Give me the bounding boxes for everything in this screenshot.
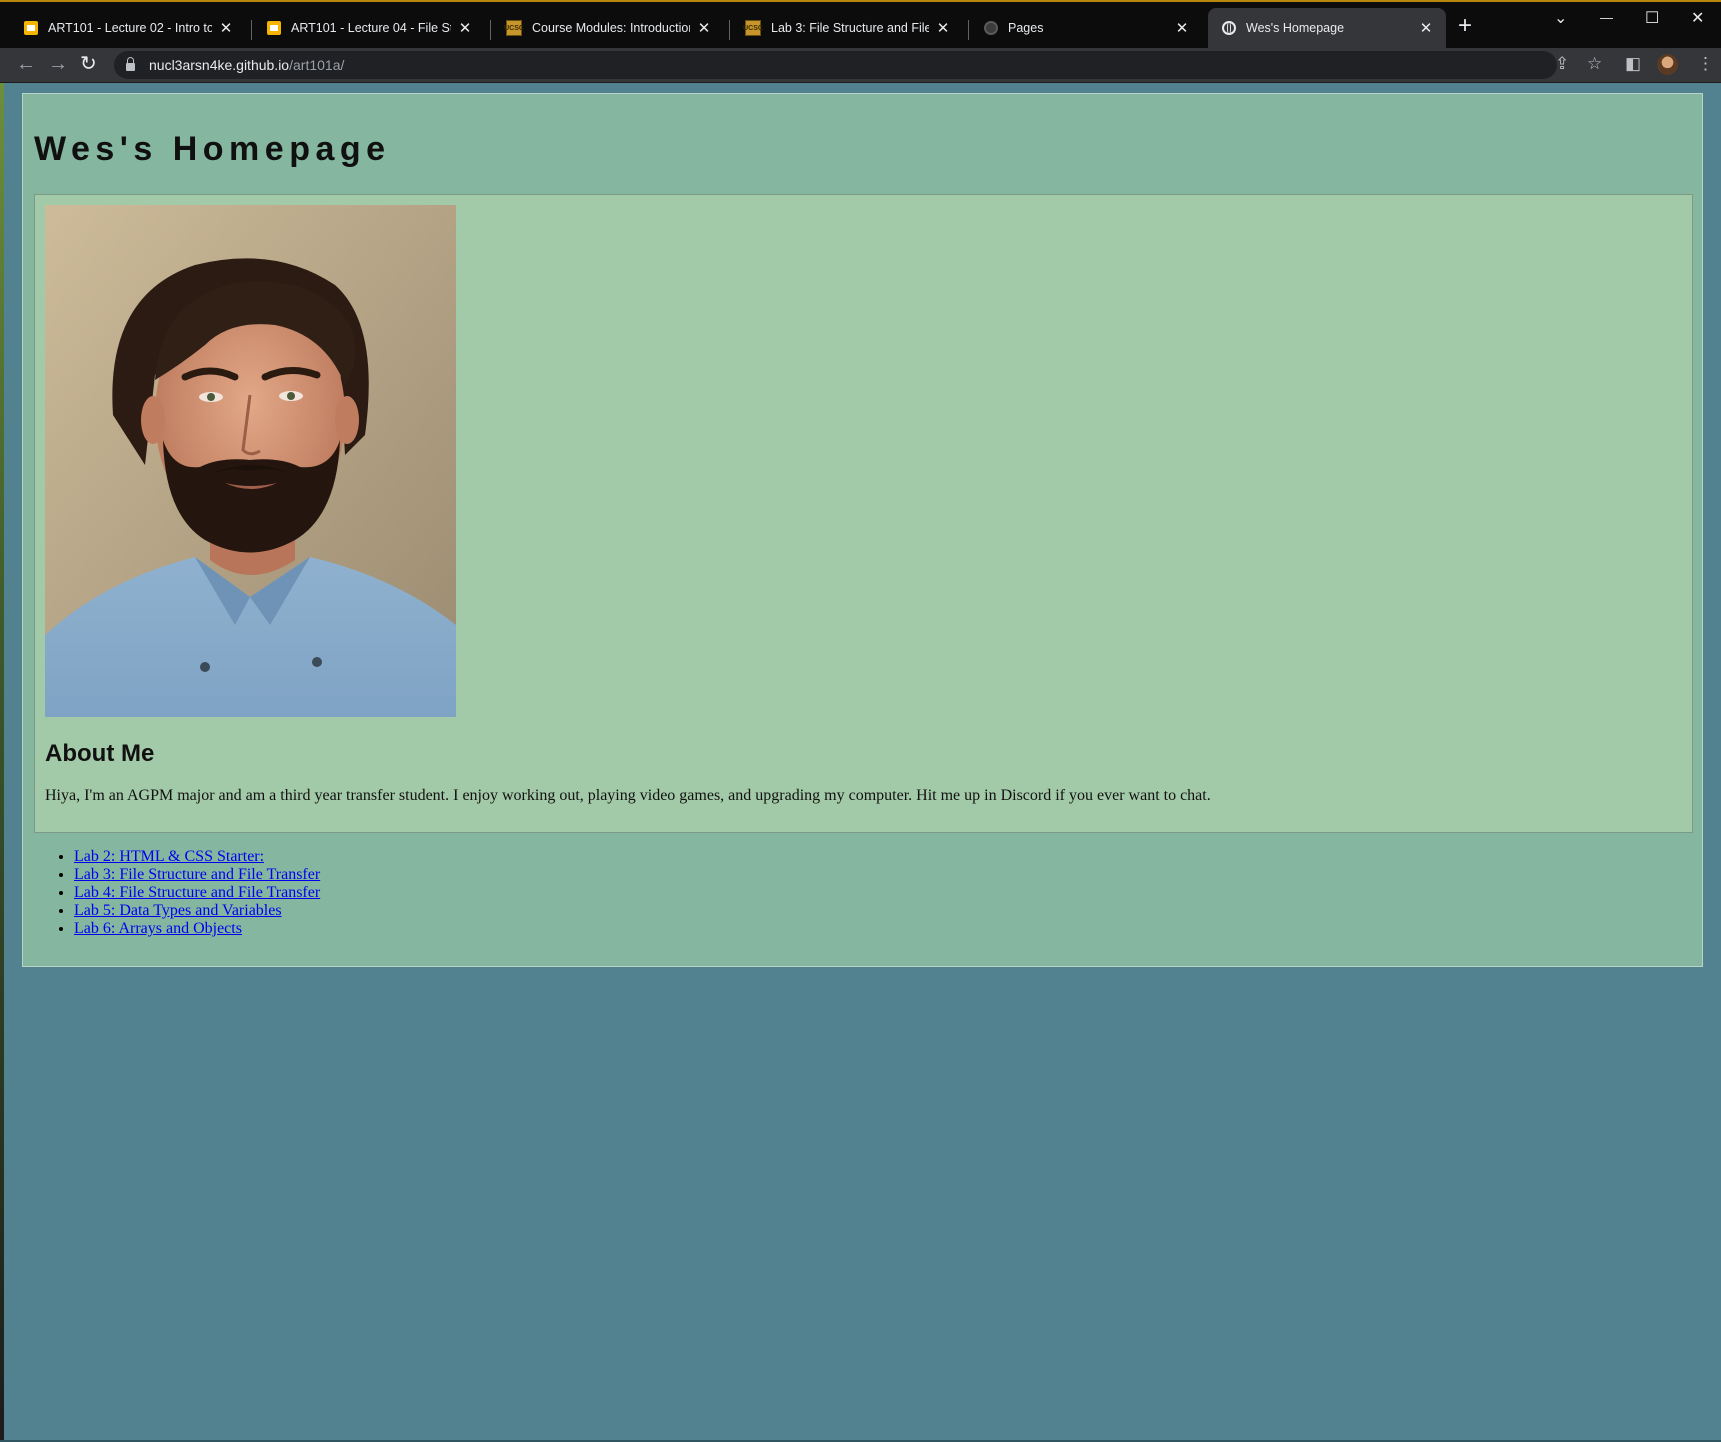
close-tab-icon[interactable]: ✕ <box>1418 19 1434 37</box>
list-item: Lab 2: HTML & CSS Starter: <box>74 848 320 866</box>
list-item: Lab 4: File Structure and File Transfer <box>74 884 320 902</box>
tab-title: ART101 - Lecture 04 - File Structu <box>291 21 451 35</box>
list-item: Lab 6: Arrays and Objects <box>74 920 320 938</box>
bookmark-star-icon[interactable]: ☆ <box>1587 54 1602 74</box>
tab-lecture-02[interactable]: ART101 - Lecture 02 - Intro to HT ✕ <box>10 8 246 48</box>
address-bar[interactable]: nucl3arsn4ke.github.io/art101a/ <box>114 51 1557 79</box>
about-heading: About Me <box>45 740 155 767</box>
slides-icon <box>267 21 281 35</box>
toolbar-divider <box>0 82 1721 83</box>
lab-6-link[interactable]: Lab 6: Arrays and Objects <box>74 920 242 937</box>
reload-icon[interactable]: ↻ <box>80 53 97 75</box>
tab-title: Wes's Homepage <box>1246 21 1345 35</box>
tab-title: ART101 - Lecture 02 - Intro to HT <box>48 21 212 35</box>
browser-toolbar: ← → ↻ nucl3arsn4ke.github.io/art101a/ ⇪ … <box>0 48 1721 82</box>
slides-icon <box>24 21 38 35</box>
share-icon[interactable]: ⇪ <box>1555 54 1569 74</box>
tab-search-icon[interactable]: ⌄ <box>1554 8 1567 28</box>
lab-5-link[interactable]: Lab 5: Data Types and Variables <box>74 902 282 919</box>
ucsc-icon: UCSC <box>743 20 763 36</box>
list-item: Lab 3: File Structure and File Transfer <box>74 866 320 884</box>
globe-icon <box>1222 21 1236 35</box>
new-tab-button[interactable]: + <box>1458 14 1472 38</box>
ucsc-icon: UCSC <box>504 20 524 36</box>
page-container: Wes's Homepage About Me Hiya, I'm an AGP… <box>22 93 1703 967</box>
lab-4-link[interactable]: Lab 4: File Structure and File Transfer <box>74 884 320 901</box>
side-panel-icon[interactable]: ◧ <box>1625 54 1641 74</box>
close-tab-icon[interactable]: ✕ <box>457 19 473 37</box>
tab-pages[interactable]: Pages ✕ <box>970 8 1202 48</box>
close-tab-icon[interactable]: ✕ <box>696 19 712 37</box>
tab-separator <box>729 20 730 40</box>
tab-separator <box>251 20 252 40</box>
url-host: nucl3arsn4ke.github.io <box>149 57 290 73</box>
lab-2-link[interactable]: Lab 2: HTML & CSS Starter: <box>74 848 264 865</box>
tab-title: Pages <box>1008 21 1044 35</box>
about-card: About Me Hiya, I'm an AGPM major and am … <box>34 194 1693 833</box>
close-tab-icon[interactable]: ✕ <box>218 19 234 37</box>
forward-icon[interactable]: → <box>48 53 68 75</box>
lab-3-link[interactable]: Lab 3: File Structure and File Transfer <box>74 866 320 883</box>
tab-wes-homepage[interactable]: Wes's Homepage ✕ <box>1208 8 1446 48</box>
portrait-illustration <box>45 205 456 717</box>
close-tab-icon[interactable]: ✕ <box>1174 19 1190 37</box>
desktop-edge <box>0 83 4 1442</box>
profile-photo <box>45 205 456 717</box>
close-window-icon[interactable]: ✕ <box>1691 8 1704 28</box>
back-icon[interactable]: ← <box>16 53 36 75</box>
tab-separator <box>490 20 491 40</box>
tab-lecture-04[interactable]: ART101 - Lecture 04 - File Structu ✕ <box>253 8 485 48</box>
url-path: /art101a/ <box>289 57 345 73</box>
tab-title: Course Modules: Introduction to <box>532 21 690 35</box>
minimize-icon[interactable]: — <box>1600 10 1613 25</box>
about-text: Hiya, I'm an AGPM major and am a third y… <box>45 787 1211 804</box>
tab-separator <box>968 20 969 40</box>
tab-course-modules[interactable]: UCSC Course Modules: Introduction to ✕ <box>492 8 724 48</box>
close-tab-icon[interactable]: ✕ <box>935 19 951 37</box>
menu-icon[interactable]: ⋮ <box>1697 54 1714 74</box>
tab-bar: ART101 - Lecture 02 - Intro to HT ✕ ART1… <box>0 0 1721 48</box>
list-item: Lab 5: Data Types and Variables <box>74 902 320 920</box>
lab-links-list: Lab 2: HTML & CSS Starter: Lab 3: File S… <box>34 848 320 938</box>
tab-lab-3[interactable]: UCSC Lab 3: File Structure and File Tran… <box>731 8 963 48</box>
page-title: Wes's Homepage <box>34 130 391 168</box>
tab-title: Lab 3: File Structure and File Tran <box>771 21 929 35</box>
profile-avatar[interactable] <box>1657 54 1678 75</box>
maximize-icon[interactable]: ☐ <box>1645 8 1659 28</box>
github-icon <box>984 21 998 35</box>
lock-icon[interactable] <box>126 57 135 71</box>
